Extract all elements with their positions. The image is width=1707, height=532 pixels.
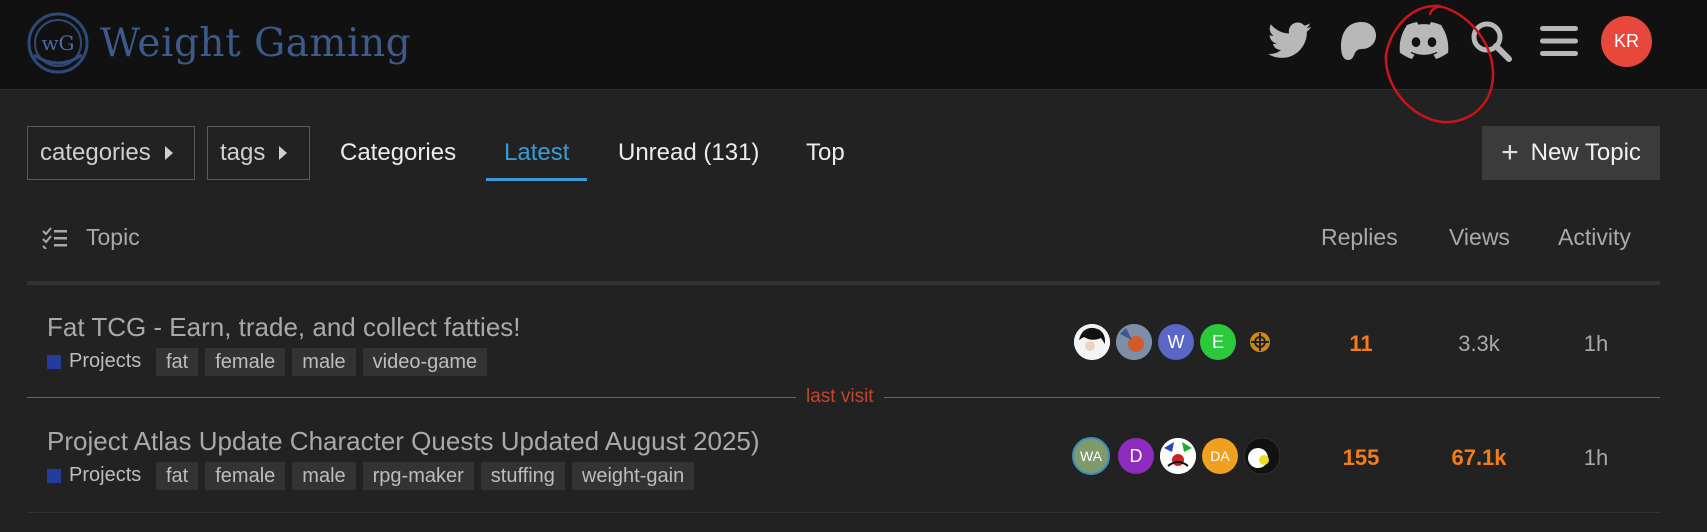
patreon-icon[interactable] [1330,14,1384,68]
category-badge[interactable]: Projects [47,350,141,373]
category-label: Projects [69,350,142,372]
poster-avatar[interactable]: E [1200,324,1236,360]
last-visit-label: last visit [796,386,884,408]
views-count: 67.1k [1451,445,1507,470]
column-header-replies[interactable]: Replies [1321,224,1398,251]
categories-dropdown-label: categories [40,139,151,166]
navigation-bar: categories tags Categories Latest Unread… [27,126,1660,182]
poster-avatar[interactable] [1242,324,1278,360]
tags-dropdown-label: tags [220,139,266,166]
poster-avatar[interactable] [1074,324,1110,360]
tag[interactable]: female [205,348,286,376]
nav-categories[interactable]: Categories [340,126,456,180]
tag[interactable]: video-game [362,348,488,376]
caret-right-icon [279,146,288,160]
replies-count[interactable]: 11 [1311,331,1411,357]
bulk-select-icon[interactable] [42,227,68,249]
column-header-activity[interactable]: Activity [1558,224,1631,251]
column-header-topic: Topic [86,224,140,250]
hamburger-menu-icon[interactable] [1532,14,1586,68]
table-header-divider [27,281,1660,285]
poster-avatar[interactable] [1116,324,1152,360]
new-topic-button[interactable]: + New Topic [1482,126,1660,180]
twitter-icon[interactable] [1263,14,1317,68]
poster-avatar[interactable]: DA [1202,438,1238,474]
nav-unread[interactable]: Unread (131) [618,126,759,180]
tag[interactable]: fat [156,462,199,490]
nav-top[interactable]: Top [806,126,845,180]
tag[interactable]: fat [156,348,199,376]
tag[interactable]: female [205,462,286,490]
tag[interactable]: stuffing [480,462,565,490]
active-tab-indicator [486,178,587,181]
category-label: Projects [69,464,142,486]
topic-tags: fat female male video-game [156,348,488,376]
tag[interactable]: weight-gain [571,462,695,490]
search-icon[interactable] [1464,14,1518,68]
tag[interactable]: male [292,462,356,490]
tag[interactable]: male [292,348,356,376]
site-logo[interactable]: wG Weight Gaming [26,10,411,76]
poster-avatar[interactable] [1160,438,1196,474]
poster-avatar[interactable] [1244,438,1280,474]
categories-dropdown[interactable]: categories [27,126,195,180]
discord-icon[interactable] [1397,14,1451,68]
logo-mark-icon: wG [27,12,89,74]
logo-letters: wG [41,31,74,55]
category-badge[interactable]: Projects [47,464,141,487]
topic-title-link[interactable]: Fat TCG - Earn, trade, and collect fatti… [47,312,521,343]
poster-avatar[interactable]: W [1158,324,1194,360]
topic-title-link[interactable]: Project Atlas Update Character Quests Up… [47,426,760,457]
user-avatar[interactable]: KR [1601,16,1652,67]
tags-dropdown[interactable]: tags [207,126,310,180]
activity-time[interactable]: 1h [1546,331,1646,357]
poster-avatar[interactable]: D [1118,438,1154,474]
activity-time[interactable]: 1h [1546,445,1646,471]
new-topic-label: New Topic [1530,139,1641,166]
category-color-swatch [47,354,61,369]
category-color-swatch [47,468,61,483]
column-header-views[interactable]: Views [1449,224,1510,251]
nav-latest[interactable]: Latest [504,126,569,180]
views-count: 3.3k [1458,331,1500,356]
topic-tags: fat female male rpg-maker stuffing weigh… [156,462,695,490]
caret-right-icon [164,146,173,160]
poster-avatar[interactable]: WA [1072,437,1110,475]
plus-icon: + [1501,136,1519,169]
tag[interactable]: rpg-maker [362,462,474,490]
replies-count[interactable]: 155 [1311,445,1411,471]
row-divider [27,512,1660,513]
site-name: Weight Gaming [100,20,412,66]
site-header: wG Weight Gaming KR [0,0,1707,90]
